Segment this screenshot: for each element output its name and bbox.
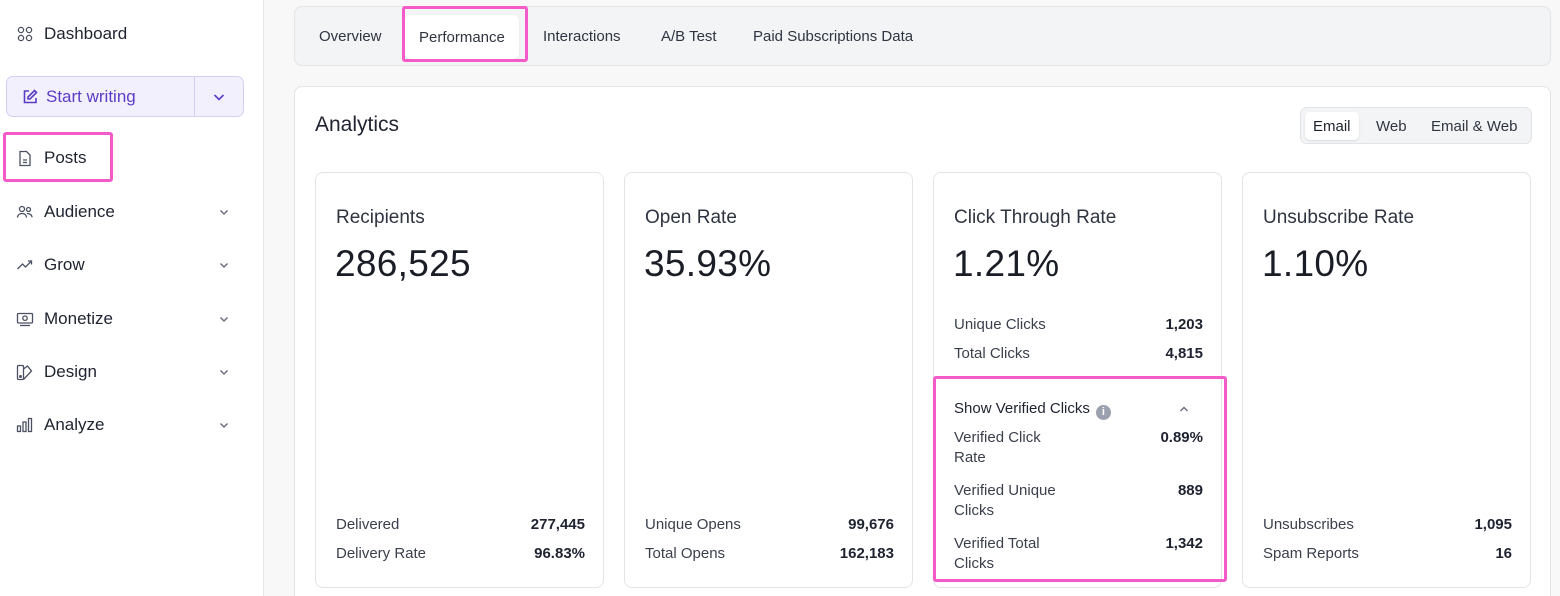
stat-value: 99,676 [848, 516, 894, 533]
edit-icon [21, 88, 39, 106]
segment-email[interactable]: Email [1305, 112, 1359, 140]
segment-email-and-web[interactable]: Email & Web [1423, 112, 1525, 140]
card-title: Open Rate [645, 207, 737, 228]
card-value: 1.21% [953, 243, 1060, 284]
sidebar-item-label: Dashboard [44, 24, 128, 43]
stat-label: Unique Clicks [954, 316, 1046, 333]
trend-up-icon [16, 256, 34, 274]
palette-icon [16, 363, 34, 381]
card-title: Click Through Rate [954, 207, 1117, 228]
stat-value: 162,183 [839, 545, 894, 562]
sidebar-item-dashboard[interactable]: Dashboard [0, 14, 264, 54]
chevron-down-icon [219, 316, 229, 323]
card-value: 1.10% [1262, 243, 1369, 284]
performance-tab-highlight [402, 6, 528, 62]
stat-value: 277,445 [530, 516, 585, 533]
card-value: 286,525 [335, 243, 471, 284]
posts-highlight [3, 132, 113, 182]
stat-value: 96.83% [534, 545, 585, 562]
open-rate-card: Open Rate 35.93% Unique Opens 99,676 Tot… [624, 172, 913, 588]
sidebar-item-label: Monetize [44, 309, 113, 328]
stat-label: Spam Reports [1263, 545, 1359, 562]
start-writing-label: Start writing [46, 86, 136, 106]
sidebar-item-label: Design [44, 362, 97, 381]
users-icon [16, 203, 34, 221]
chevron-down-icon [219, 422, 229, 429]
sidebar-item-audience[interactable]: Audience [0, 192, 264, 232]
tab-interactions[interactable]: Interactions [543, 7, 621, 65]
channel-segmented-control: Email Web Email & Web [1300, 107, 1532, 144]
sidebar-item-label: Analyze [44, 415, 105, 434]
sidebar-item-monetize[interactable]: Monetize [0, 299, 264, 339]
chevron-down-icon [213, 93, 225, 101]
tab-paid-subscriptions-data[interactable]: Paid Subscriptions Data [753, 7, 913, 65]
chevron-down-icon [219, 262, 229, 269]
recipients-card: Recipients 286,525 Delivered 277,445 Del… [315, 172, 604, 588]
start-writing-split-button: Start writing [6, 76, 244, 117]
sidebar-item-grow[interactable]: Grow [0, 245, 264, 285]
analytics-panel: Analytics Email Web Email & Web Recipien… [294, 86, 1551, 596]
stat-value: 4,815 [1165, 345, 1203, 362]
stat-value: 1,095 [1474, 516, 1512, 533]
stat-value: 16 [1495, 545, 1512, 562]
sidebar-item-design[interactable]: Design [0, 352, 264, 392]
grid-icon [16, 25, 34, 43]
sidebar-item-analyze[interactable]: Analyze [0, 405, 264, 445]
card-title: Unsubscribe Rate [1263, 207, 1415, 228]
chevron-down-icon [219, 369, 229, 376]
start-writing-dropdown-button[interactable] [195, 77, 243, 116]
stat-label: Total Opens [645, 545, 726, 562]
sidebar-item-label: Audience [44, 202, 115, 221]
card-value: 35.93% [644, 243, 772, 284]
analytics-title: Analytics [315, 113, 400, 136]
verified-clicks-highlight [933, 376, 1227, 582]
stat-label: Total Clicks [954, 345, 1030, 362]
tab-overview[interactable]: Overview [319, 7, 382, 65]
stat-label: Unsubscribes [1263, 516, 1354, 533]
chevron-down-icon [219, 209, 229, 216]
stat-label: Unique Opens [645, 516, 741, 533]
card-title: Recipients [336, 207, 425, 228]
tab-ab-test[interactable]: A/B Test [661, 7, 717, 65]
stat-value: 1,203 [1165, 316, 1203, 333]
start-writing-button[interactable]: Start writing [7, 77, 195, 116]
stat-label: Delivered [336, 516, 400, 533]
sidebar: Dashboard Start writing Posts Audience G… [0, 0, 264, 596]
money-icon [16, 310, 34, 328]
unsubscribe-rate-card: Unsubscribe Rate 1.10% Unsubscribes 1,09… [1242, 172, 1531, 588]
segment-web[interactable]: Web [1368, 112, 1415, 140]
sidebar-item-label: Grow [44, 255, 85, 274]
stat-label: Delivery Rate [336, 545, 427, 562]
bar-chart-icon [16, 416, 34, 434]
